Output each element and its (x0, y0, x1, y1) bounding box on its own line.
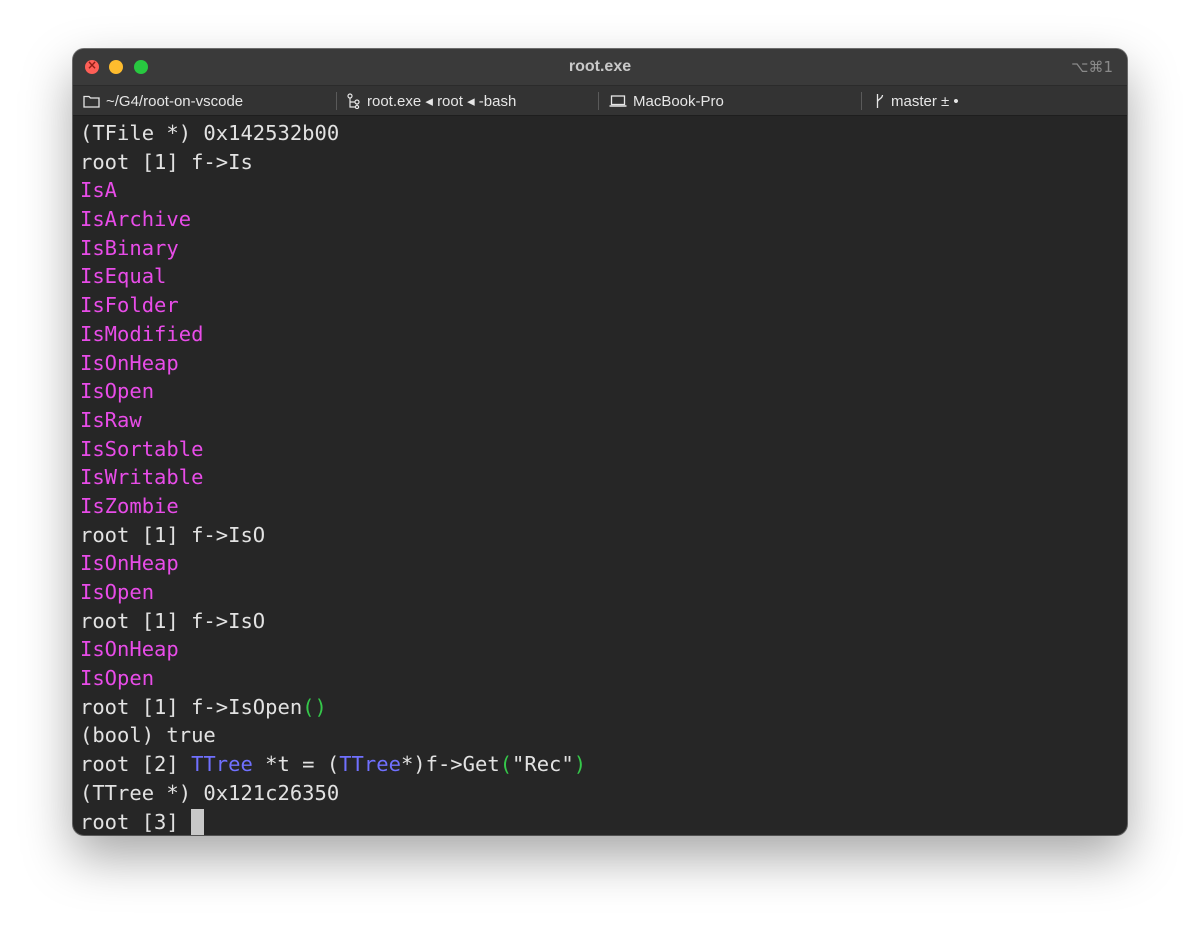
completion-item: IsArchive (80, 207, 192, 232)
status-directory-label: ~/G4/root-on-vscode (106, 92, 244, 110)
prompt-line: root [1] f->IsO (80, 522, 266, 547)
type-keyword: TTree (339, 752, 401, 777)
completion-item: IsFolder (80, 293, 179, 318)
completion-item: IsRaw (80, 407, 142, 432)
terminal-window: root.exe ⌥⌘1 ~/G4/root-on-vscode root.ex… (73, 49, 1127, 835)
status-branch-label: master ± • (891, 92, 959, 110)
completion-item: IsSortable (80, 436, 204, 461)
window-title: root.exe (568, 58, 632, 75)
completion-item: IsBinary (80, 235, 179, 260)
completion-item: IsOpen (80, 666, 155, 691)
title-bar[interactable]: root.exe ⌥⌘1 (73, 49, 1127, 85)
completion-item: IsA (80, 178, 118, 203)
completion-item: IsOpen (80, 379, 155, 404)
prompt-line: root [1] f->IsO (80, 608, 266, 633)
close-paren: ) (314, 694, 327, 719)
completion-item: IsEqual (80, 264, 167, 289)
text-cursor (191, 808, 205, 835)
close-paren: ) (573, 752, 587, 777)
status-bar: ~/G4/root-on-vscode root.exe ◂ root ◂ -b… (73, 85, 1127, 116)
completion-item: IsOnHeap (80, 637, 179, 662)
open-paren: ( (499, 752, 513, 777)
completion-item: IsModified (80, 321, 204, 346)
prompt-text: root [2] (80, 752, 192, 777)
git-branch-icon (875, 93, 885, 109)
status-divider (861, 92, 862, 110)
folder-icon (83, 94, 100, 108)
window-shortcut: ⌥⌘1 (1071, 58, 1113, 76)
status-divider (336, 92, 337, 110)
open-paren: ( (302, 694, 315, 719)
completion-item: IsOnHeap (80, 350, 179, 375)
prompt-line[interactable]: root [3] (80, 808, 1127, 835)
prompt-line: root [1] f->Is (80, 149, 253, 174)
string-argument: "Rec" (512, 752, 574, 777)
laptop-icon (609, 94, 627, 108)
output-line: (TFile *) 0x142532b00 (80, 121, 340, 145)
prompt-line: root [2] TTree *t = (TTree*)f->Get("Rec"… (80, 750, 1127, 779)
completion-item: IsZombie (80, 493, 179, 518)
completion-item: IsWritable (80, 465, 204, 490)
status-branch[interactable]: master ± • (875, 92, 959, 110)
status-host[interactable]: MacBook-Pro (609, 92, 724, 110)
output-line: (bool) true (80, 723, 216, 748)
code-text: *)f->Get (400, 752, 500, 777)
status-process[interactable]: root.exe ◂ root ◂ -bash (347, 92, 516, 110)
process-tree-icon (347, 93, 361, 109)
status-host-label: MacBook-Pro (633, 92, 724, 110)
type-keyword: TTree (191, 752, 253, 777)
terminal-output[interactable]: (TFile *) 0x142532b00 root [1] f->Is IsA… (80, 119, 1127, 835)
completion-item: IsOpen (80, 580, 155, 604)
status-process-label: root.exe ◂ root ◂ -bash (367, 93, 517, 110)
prompt-line: root [1] f->IsOpen() (80, 693, 1127, 722)
prompt-text: root [3] (80, 809, 192, 834)
status-divider (598, 92, 599, 110)
code-text: *t = ( (252, 752, 340, 777)
prompt-text: root [1] f->IsOpen (80, 694, 303, 719)
status-directory[interactable]: ~/G4/root-on-vscode (83, 92, 243, 110)
completion-item: IsOnHeap (80, 551, 179, 576)
output-line: (TTree *) 0x121c26350 (80, 780, 340, 805)
